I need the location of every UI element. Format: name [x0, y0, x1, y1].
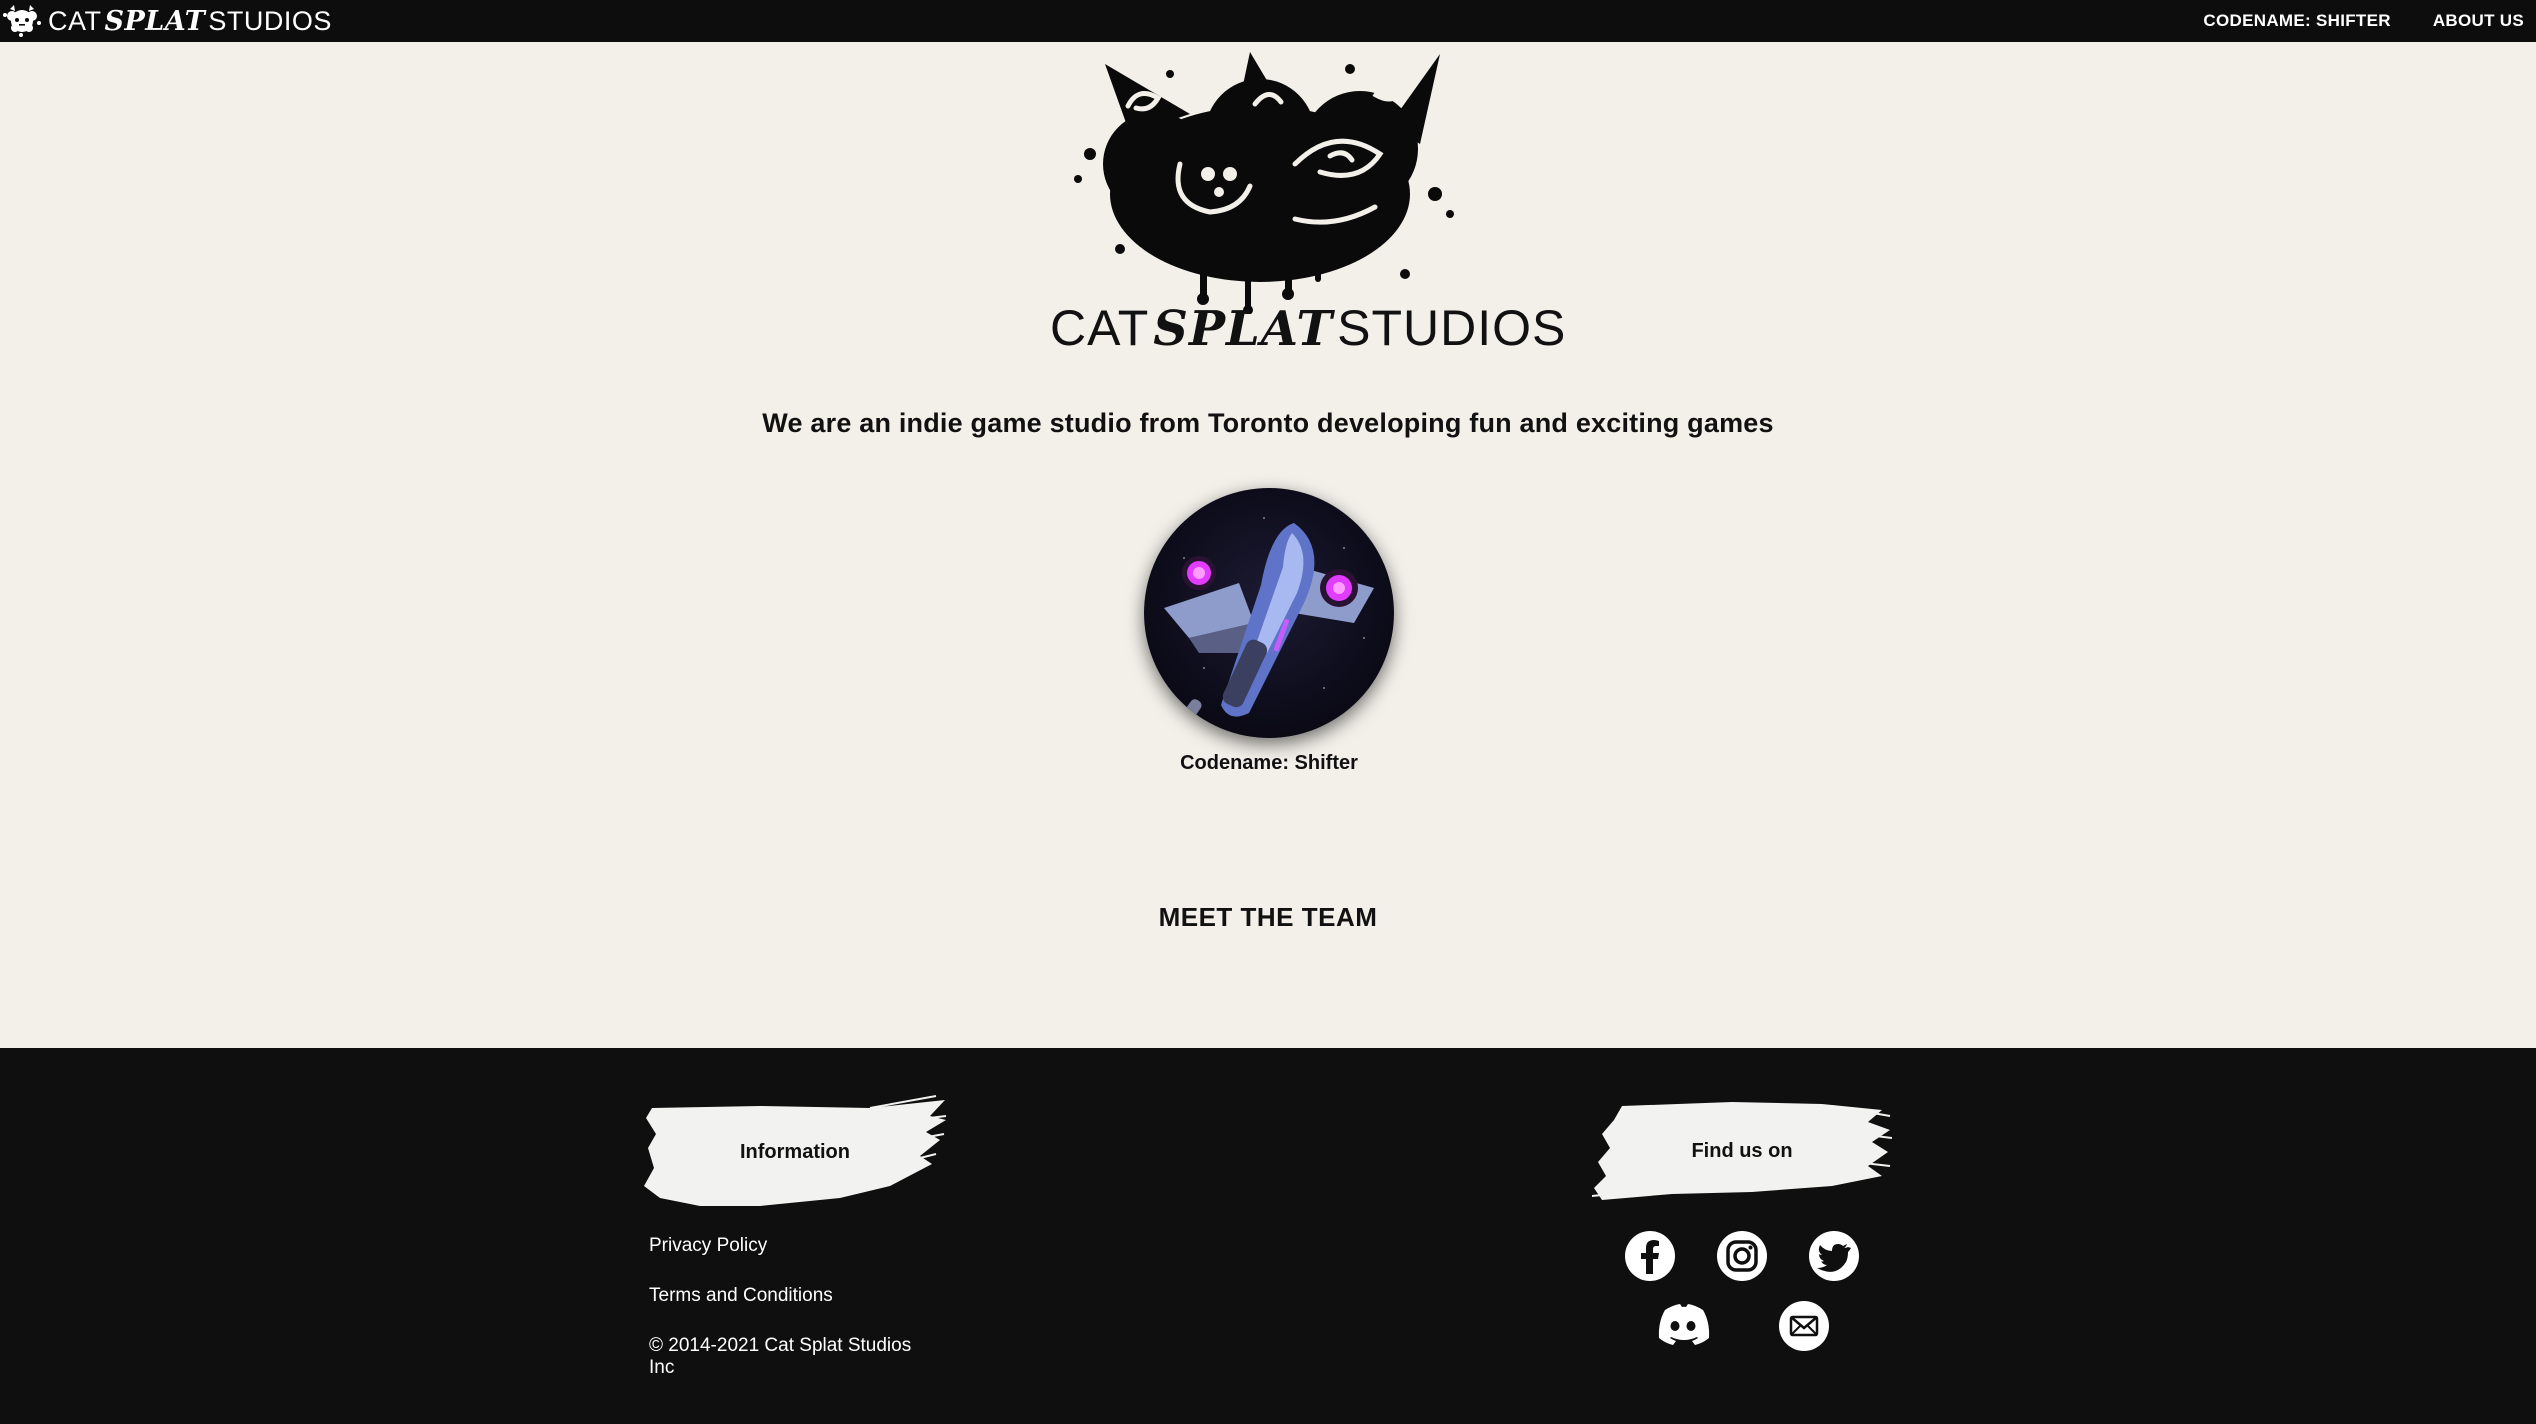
footer [0, 1048, 2536, 1424]
game-card-codename-shifter[interactable]: Codename: Shifter [1144, 488, 1394, 775]
nav-link-about-us[interactable]: ABOUT US [2433, 11, 2524, 31]
find-us-heading: Find us on [1691, 1139, 1793, 1162]
meet-the-team-heading: MEET THE TEAM [1158, 902, 1378, 932]
cat-splat-logo-image [1074, 52, 1454, 314]
information-heading-brush: Information [640, 1094, 950, 1210]
copyright-text: © 2014-2021 Cat Splat Studios Inc [649, 1335, 912, 1378]
spaceship-image [1164, 517, 1374, 727]
game-thumbnail [1144, 488, 1394, 738]
brand-studios-text: STUDIOS [208, 5, 332, 36]
information-heading: Information [740, 1140, 850, 1163]
brand-cat-text: CAT [48, 5, 102, 36]
logo-splat-text: SPLAT [1153, 301, 1334, 357]
logo-wordmark: CATSPLATSTUDIOS [1050, 296, 1565, 361]
email-icon[interactable] [1778, 1300, 1830, 1352]
studio-tagline: We are an indie game studio from Toronto… [762, 408, 1774, 438]
logo-cat-text: CAT [1050, 300, 1150, 356]
brand-wordmark: CAT SPLAT STUDIOS [48, 0, 332, 43]
terms-and-conditions-link[interactable]: Terms and Conditions [649, 1285, 833, 1307]
facebook-icon[interactable] [1624, 1230, 1676, 1282]
brand-home-link[interactable]: CAT SPLAT STUDIOS [0, 0, 332, 42]
top-navbar: CAT SPLAT STUDIOS CODENAME: SHIFTER ABOUT … [0, 0, 2536, 42]
cat-splat-logo-icon [3, 5, 41, 37]
discord-icon[interactable] [1655, 1302, 1711, 1346]
twitter-icon[interactable] [1808, 1230, 1860, 1282]
logo-studios-text: STUDIOS [1337, 300, 1567, 356]
instagram-icon[interactable] [1716, 1230, 1768, 1282]
nav-links: CODENAME: SHIFTER ABOUT US [2161, 0, 2524, 42]
game-caption: Codename: Shifter [1180, 752, 1358, 774]
find-us-heading-brush: Find us on [1592, 1096, 1892, 1206]
brand-splat-text: SPLAT [104, 5, 206, 37]
privacy-policy-link[interactable]: Privacy Policy [649, 1235, 767, 1257]
nav-link-codename-shifter[interactable]: CODENAME: SHIFTER [2203, 11, 2390, 31]
